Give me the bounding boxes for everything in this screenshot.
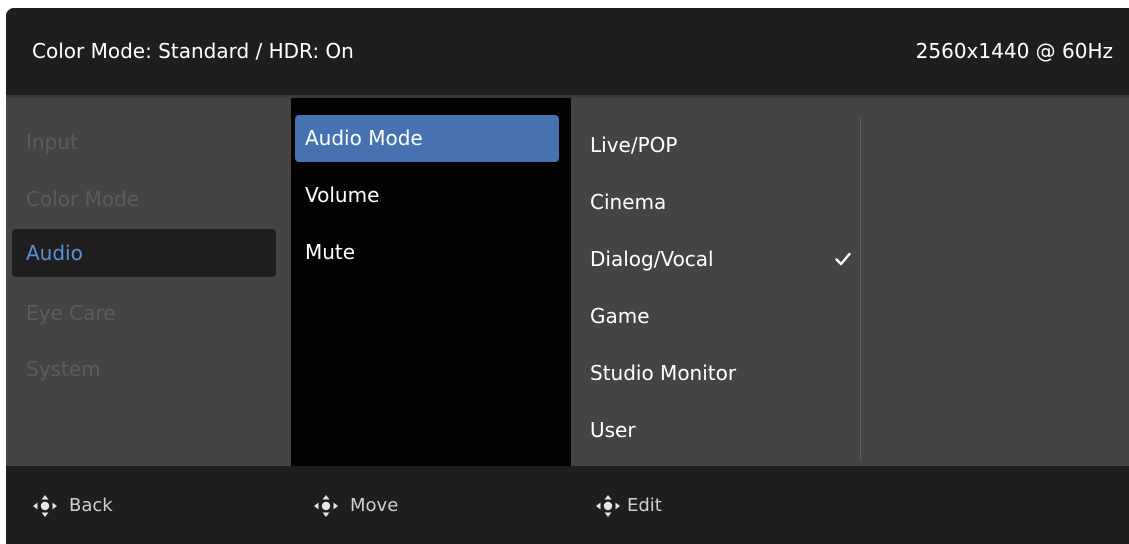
option-label: Game (590, 304, 650, 328)
sub-menu-item-label: Volume (305, 183, 380, 207)
sub-menu-item-volume[interactable]: Volume (295, 172, 559, 219)
hint-label: Edit (627, 495, 662, 516)
option-live-pop[interactable]: Live/POP (590, 125, 850, 165)
main-menu-item-color-mode[interactable]: Color Mode (12, 175, 276, 223)
main-menu-item-eye-care[interactable]: Eye Care (12, 289, 276, 337)
option-label: Dialog/Vocal (590, 247, 714, 271)
joystick-icon (596, 495, 620, 517)
option-dialog-vocal[interactable]: Dialog/Vocal (590, 239, 851, 279)
option-cinema[interactable]: Cinema (590, 182, 850, 222)
option-label: Live/POP (590, 133, 678, 157)
sub-menu-item-label: Mute (305, 240, 356, 264)
checkmark-icon (835, 252, 851, 266)
main-menu-item-input[interactable]: Input (12, 118, 276, 166)
sub-menu-item-audio-mode[interactable]: Audio Mode (295, 115, 559, 162)
resolution-status: 2560x1440 @ 60Hz (915, 39, 1113, 63)
sub-menu: Audio Mode Volume Mute (291, 98, 571, 476)
hint-label: Back (69, 495, 113, 516)
joystick-icon (314, 495, 338, 517)
option-studio-monitor[interactable]: Studio Monitor (590, 353, 850, 393)
sub-menu-item-label: Audio Mode (305, 126, 423, 150)
main-menu-item-system[interactable]: System (12, 345, 276, 393)
main-menu-item-label: Input (26, 130, 78, 154)
option-game[interactable]: Game (590, 296, 850, 336)
joystick-icon (33, 495, 57, 517)
sub-menu-item-mute[interactable]: Mute (295, 229, 559, 276)
hint-label: Move (350, 495, 399, 516)
main-menu-item-label: Eye Care (26, 301, 116, 325)
main-menu-item-label: System (26, 357, 101, 381)
options-panel: Live/POP Cinema Dialog/Vocal Game Studio… (573, 98, 1129, 466)
main-menu-item-label: Audio (26, 241, 83, 265)
osd-menu: Color Mode: Standard / HDR: On 2560x1440… (6, 8, 1129, 544)
column-divider (860, 118, 861, 460)
option-user[interactable]: User (590, 410, 850, 450)
color-mode-status: Color Mode: Standard / HDR: On (32, 39, 354, 63)
option-label: User (590, 418, 636, 442)
main-menu-item-label: Color Mode (26, 187, 140, 211)
option-label: Cinema (590, 190, 667, 214)
control-hints-bar: Back Move Edit (6, 466, 1129, 544)
main-menu-item-audio[interactable]: Audio (12, 229, 276, 277)
main-menu: Input Color Mode Audio Eye Care System (6, 98, 291, 466)
option-label: Studio Monitor (590, 361, 737, 385)
status-bar: Color Mode: Standard / HDR: On 2560x1440… (6, 8, 1129, 95)
